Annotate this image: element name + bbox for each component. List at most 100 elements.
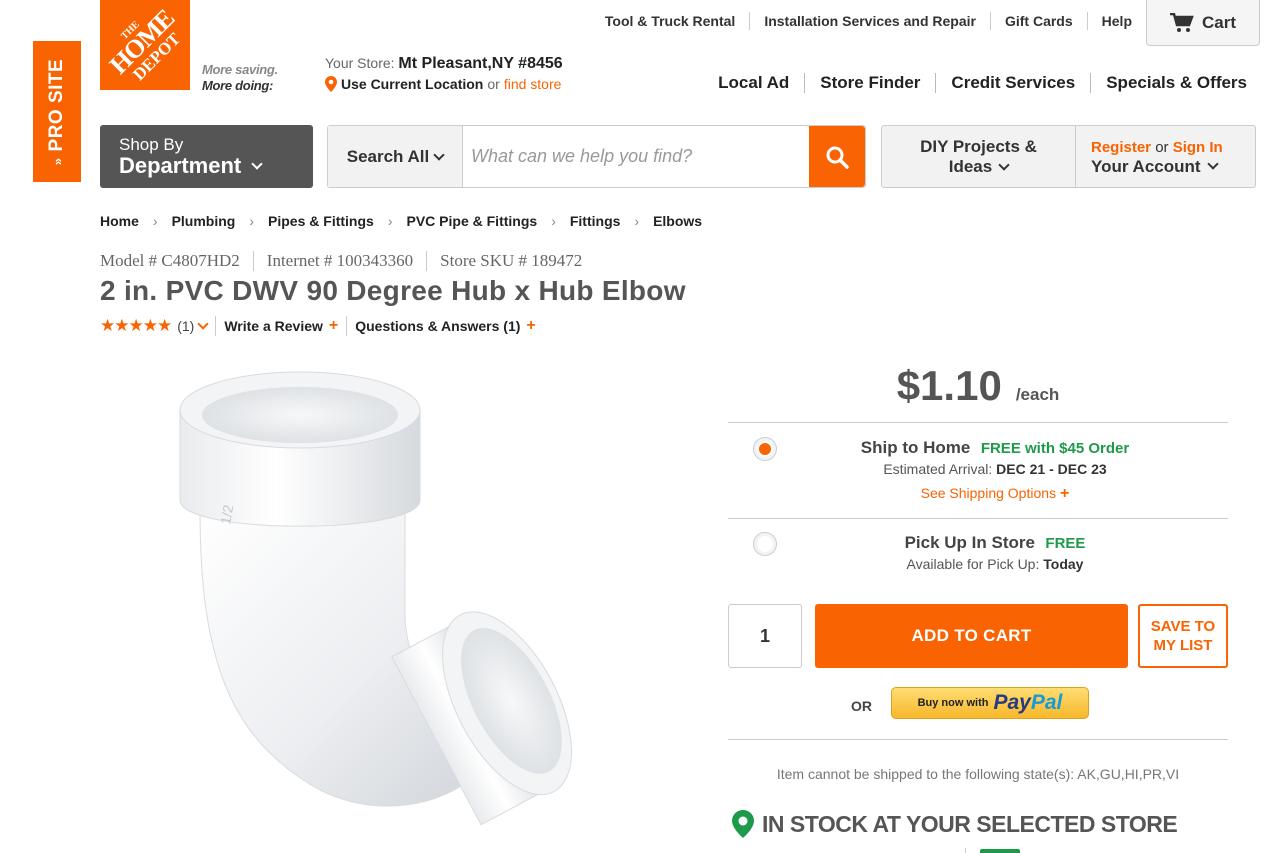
divider bbox=[965, 848, 966, 853]
rating-count[interactable]: (1) bbox=[177, 318, 194, 334]
account-or: or bbox=[1155, 138, 1169, 156]
breadcrumb-pvc-pipe[interactable]: PVC Pipe & Fittings bbox=[407, 213, 538, 229]
pickup-avail-value: Today bbox=[1043, 556, 1084, 572]
chevron-right-icon: › bbox=[152, 213, 158, 229]
pro-site-tab[interactable]: » PRO SITE bbox=[33, 41, 81, 182]
paypal-button[interactable]: Buy now with Pay Pal bbox=[891, 687, 1089, 719]
paypal-logo-pay: Pay bbox=[993, 691, 1031, 714]
chevron-down-icon bbox=[433, 148, 445, 161]
shipping-options-label: See Shipping Options bbox=[920, 485, 1057, 501]
search-icon bbox=[826, 146, 849, 169]
location-pin-icon bbox=[325, 76, 337, 92]
your-account-label: Your Account bbox=[1091, 156, 1201, 176]
your-store-label: Your Store: bbox=[325, 55, 395, 71]
util-link-tool-rental[interactable]: Tool & Truck Rental bbox=[591, 12, 749, 30]
home-depot-logo[interactable]: THE HOME DEPOT bbox=[100, 0, 190, 90]
nav-credit-services[interactable]: Credit Services bbox=[935, 73, 1090, 93]
nav-local-ad[interactable]: Local Ad bbox=[703, 73, 804, 93]
cart-icon bbox=[1169, 12, 1194, 33]
quantity-input[interactable] bbox=[728, 604, 802, 668]
chevron-right-icon: › bbox=[634, 213, 640, 229]
chevron-down-icon bbox=[998, 158, 1010, 171]
chevron-right-icon: › bbox=[387, 213, 393, 229]
store-location-row: Use Current Location or find store bbox=[325, 76, 561, 92]
shop-by-label: Shop By bbox=[119, 135, 184, 154]
shipping-restriction-note: Item cannot be shipped to the following … bbox=[776, 766, 1180, 782]
ship-to-home-option: Ship to Home FREE with $45 Order Estimat… bbox=[760, 438, 1230, 503]
save-line1: SAVE TO bbox=[1150, 618, 1216, 635]
utility-nav: Tool & Truck Rental Installation Service… bbox=[591, 12, 1146, 30]
breadcrumb-fittings[interactable]: Fittings bbox=[570, 213, 621, 229]
pickup-avail-label: Available for Pick Up: bbox=[906, 556, 1040, 572]
questions-answers-link[interactable]: Questions & Answers (1) bbox=[355, 318, 520, 334]
nav-specials-offers[interactable]: Specials & Offers bbox=[1090, 73, 1262, 93]
internet-number: Internet # 100343360 bbox=[252, 251, 426, 271]
diy-projects-button[interactable]: DIY Projects & Ideas bbox=[882, 126, 1076, 187]
divider bbox=[728, 422, 1228, 423]
diy-line2: Ideas bbox=[948, 156, 993, 176]
find-store-link[interactable]: find store bbox=[504, 76, 562, 92]
util-link-gift-cards[interactable]: Gift Cards bbox=[989, 12, 1087, 30]
breadcrumb-home[interactable]: Home bbox=[100, 213, 139, 229]
star-rating-icon[interactable]: ★★★★★ bbox=[100, 316, 172, 336]
store-or: or bbox=[487, 76, 500, 92]
department-label: Department bbox=[119, 153, 242, 178]
ship-to-home-title: Ship to Home bbox=[860, 438, 971, 457]
write-review-link[interactable]: Write a Review bbox=[224, 318, 323, 334]
divider bbox=[215, 316, 217, 336]
sign-in-link[interactable]: Sign In bbox=[1173, 139, 1223, 156]
svg-text:1/2: 1/2 bbox=[217, 503, 236, 525]
save-line2: MY LIST bbox=[1153, 637, 1213, 654]
search-bar: Search All bbox=[327, 125, 866, 188]
chevron-down-icon bbox=[251, 158, 263, 170]
paypal-logo-pal: Pal bbox=[1030, 691, 1063, 714]
plus-icon: + bbox=[526, 317, 536, 334]
chevron-right-icon: › bbox=[249, 213, 255, 229]
paypal-prefix: Buy now with bbox=[917, 697, 989, 709]
breadcrumb-elbows[interactable]: Elbows bbox=[653, 213, 702, 229]
plus-icon: + bbox=[1060, 485, 1070, 502]
product-image[interactable]: 1/2 bbox=[170, 360, 600, 850]
util-link-help[interactable]: Help bbox=[1086, 12, 1146, 30]
breadcrumb-pipes-fittings[interactable]: Pipes & Fittings bbox=[268, 213, 374, 229]
search-scope-select[interactable]: Search All bbox=[328, 126, 463, 187]
chevron-down-icon bbox=[1206, 158, 1219, 170]
in-stock-banner: IN STOCK AT YOUR SELECTED STORE bbox=[732, 810, 1178, 838]
shop-by-department-button[interactable]: Shop By Department bbox=[100, 125, 313, 188]
search-input[interactable] bbox=[463, 126, 809, 187]
save-to-list-button[interactable]: SAVE TO MY LIST bbox=[1138, 604, 1228, 668]
diy-account-box: DIY Projects & Ideas Register or Sign In… bbox=[881, 125, 1256, 188]
cart-button[interactable]: Cart bbox=[1146, 0, 1260, 46]
search-button[interactable] bbox=[809, 126, 865, 187]
store-name[interactable]: Mt Pleasant,NY #8456 bbox=[398, 55, 562, 72]
divider bbox=[346, 316, 348, 336]
main-nav: Local Ad Store Finder Credit Services Sp… bbox=[703, 73, 1262, 93]
search-scope-label: Search All bbox=[346, 146, 430, 166]
product-title: 2 in. PVC DWV 90 Degree Hub x Hub Elbow bbox=[100, 275, 686, 306]
add-to-cart-button[interactable]: ADD TO CART bbox=[815, 604, 1128, 668]
price-unit: /each bbox=[1015, 385, 1060, 404]
util-link-installation[interactable]: Installation Services and Repair bbox=[749, 12, 990, 30]
use-current-location-link[interactable]: Use Current Location bbox=[341, 76, 483, 92]
arrival-label: Estimated Arrival: bbox=[883, 461, 993, 477]
register-link[interactable]: Register bbox=[1091, 139, 1151, 156]
pickup-option: Pick Up In Store FREE Available for Pick… bbox=[760, 533, 1230, 572]
tagline-line1: More saving. bbox=[202, 62, 278, 77]
chevron-right-icon: › bbox=[551, 213, 556, 229]
cart-label: Cart bbox=[1201, 12, 1236, 32]
price-amount: $1.10 bbox=[896, 362, 1002, 409]
see-shipping-options-link[interactable]: See Shipping Options + bbox=[760, 485, 1230, 503]
pro-site-label: PRO SITE bbox=[46, 58, 68, 151]
product-identifiers: Model # C4807HD2 Internet # 100343360 St… bbox=[100, 251, 595, 271]
store-tab-indicator bbox=[980, 849, 1020, 853]
nav-store-finder[interactable]: Store Finder bbox=[804, 73, 935, 93]
rating-row: ★★★★★ (1) Write a Review + Questions & A… bbox=[100, 316, 544, 336]
breadcrumb: Home › Plumbing › Pipes & Fittings › PVC… bbox=[100, 213, 702, 229]
breadcrumb-plumbing[interactable]: Plumbing bbox=[172, 213, 236, 229]
diy-line1: DIY Projects & bbox=[920, 136, 1037, 156]
divider bbox=[728, 518, 1228, 519]
chevron-down-icon[interactable] bbox=[197, 318, 209, 330]
account-menu[interactable]: Register or Sign In Your Account bbox=[1076, 126, 1255, 187]
pickup-free-label: FREE bbox=[1045, 535, 1086, 552]
arrival-dates: DEC 21 - DEC 23 bbox=[996, 461, 1107, 477]
